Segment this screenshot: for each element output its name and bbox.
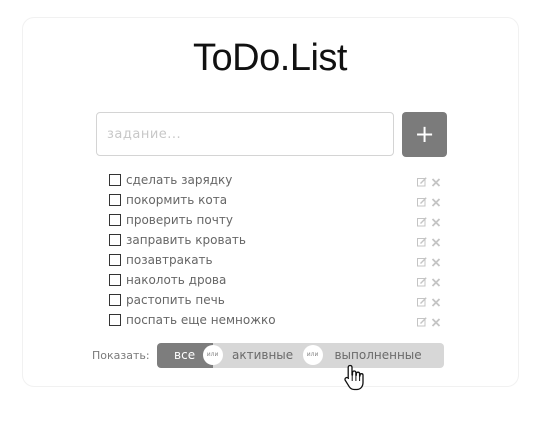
todo-label: растопить печь	[126, 293, 225, 307]
todo-label: поспать еще немножко	[126, 313, 276, 327]
todo-actions	[417, 253, 441, 267]
todo-actions	[417, 213, 441, 227]
close-icon[interactable]	[431, 233, 441, 247]
todo-checkbox[interactable]	[109, 274, 121, 286]
page-title: ToDo.List	[193, 37, 347, 79]
todo-actions	[417, 293, 441, 307]
todo-label: сделать зарядку	[126, 173, 233, 187]
todo-item: поспать еще немножко	[109, 310, 443, 330]
todo-checkbox[interactable]	[109, 234, 121, 246]
new-task-input[interactable]	[96, 112, 394, 156]
edit-icon[interactable]	[417, 253, 427, 267]
todo-checkbox[interactable]	[109, 294, 121, 306]
todo-item: позавтракать	[109, 250, 443, 270]
todo-actions	[417, 233, 441, 247]
edit-icon[interactable]	[417, 213, 427, 227]
edit-icon[interactable]	[417, 173, 427, 187]
close-icon[interactable]	[431, 213, 441, 227]
todo-actions	[417, 313, 441, 327]
todo-checkbox[interactable]	[109, 314, 121, 326]
todo-item: растопить печь	[109, 290, 443, 310]
edit-icon[interactable]	[417, 193, 427, 207]
todo-item: покормить кота	[109, 190, 443, 210]
todo-label: проверить почту	[126, 213, 233, 227]
hand-pointer-icon	[343, 364, 365, 392]
todo-actions	[417, 193, 441, 207]
todo-checkbox[interactable]	[109, 194, 121, 206]
filter-group: все активные выполненные или или	[156, 343, 444, 368]
add-task-button[interactable]: +	[402, 112, 447, 157]
close-icon[interactable]	[431, 313, 441, 327]
or-separator: или	[202, 345, 223, 365]
todo-actions	[417, 273, 441, 287]
filter-done-button[interactable]: выполненные	[312, 343, 444, 368]
edit-icon[interactable]	[417, 233, 427, 247]
close-icon[interactable]	[431, 273, 441, 287]
todo-list: сделать зарядку покормить кота проверить…	[109, 170, 443, 330]
todo-label: позавтракать	[126, 253, 213, 267]
filter-active-button[interactable]: активные	[212, 343, 313, 368]
todo-item: наколоть дрова	[109, 270, 443, 290]
todo-label: заправить кровать	[126, 233, 246, 247]
edit-icon[interactable]	[417, 293, 427, 307]
todo-item: проверить почту	[109, 210, 443, 230]
todo-checkbox[interactable]	[109, 174, 121, 186]
edit-icon[interactable]	[417, 313, 427, 327]
close-icon[interactable]	[431, 253, 441, 267]
todo-checkbox[interactable]	[109, 254, 121, 266]
close-icon[interactable]	[431, 193, 441, 207]
todo-item: сделать зарядку	[109, 170, 443, 190]
close-icon[interactable]	[431, 293, 441, 307]
todo-checkbox[interactable]	[109, 214, 121, 226]
or-separator: или	[302, 345, 323, 365]
todo-label: покормить кота	[126, 193, 228, 207]
filter-label: Показать:	[92, 349, 150, 362]
edit-icon[interactable]	[417, 273, 427, 287]
todo-label: наколоть дрова	[126, 273, 227, 287]
filter-bar: Показать: все активные выполненные или и…	[92, 343, 444, 368]
todo-actions	[417, 173, 441, 187]
close-icon[interactable]	[431, 173, 441, 187]
todo-item: заправить кровать	[109, 230, 443, 250]
